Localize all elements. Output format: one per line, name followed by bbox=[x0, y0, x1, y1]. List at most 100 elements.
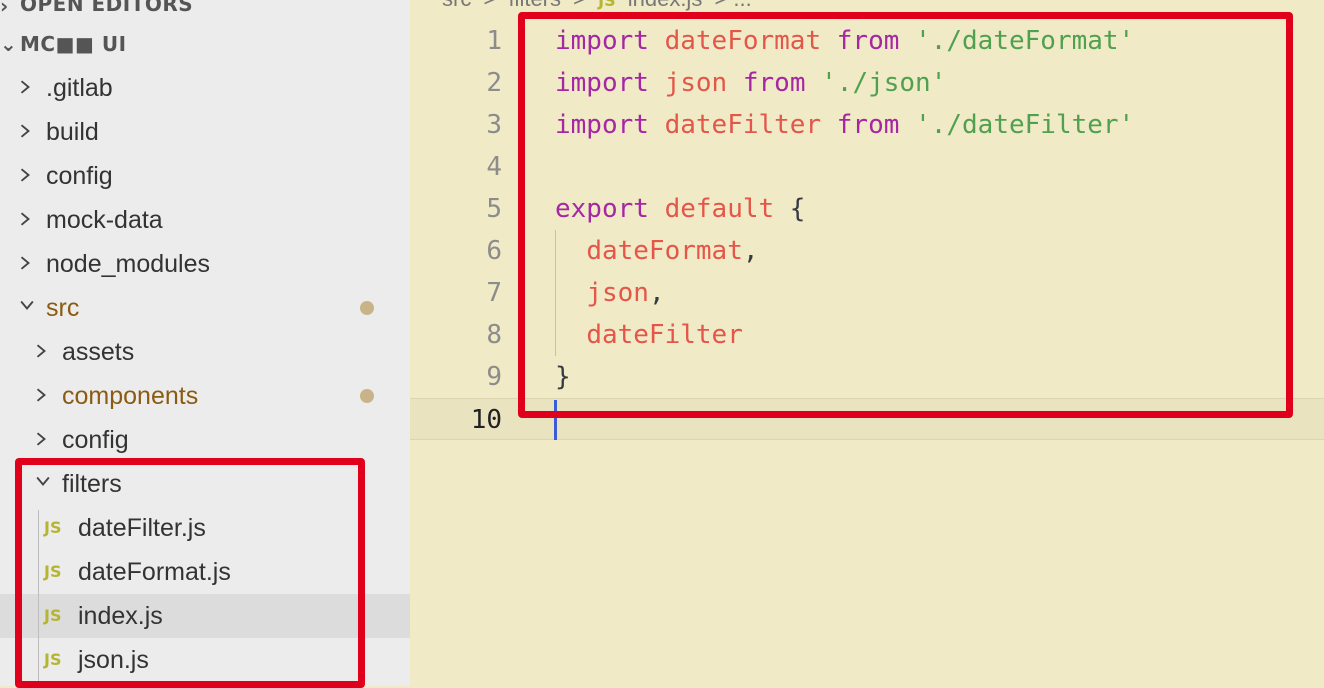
line-number: 3 bbox=[486, 110, 502, 140]
code-line[interactable]: 7 json, bbox=[410, 272, 1324, 314]
tree-item-label: components bbox=[62, 382, 199, 410]
code-line[interactable]: 1 import dateFormat from './dateFormat' bbox=[410, 20, 1324, 62]
tree-item-label: assets bbox=[62, 338, 135, 366]
code-line[interactable]: 8 dateFilter bbox=[410, 314, 1324, 356]
chevron-down-icon bbox=[34, 474, 50, 486]
breadcrumb-filters[interactable]: filters bbox=[508, 0, 561, 11]
chevron-right-icon bbox=[18, 166, 30, 182]
code-token: import bbox=[555, 68, 649, 98]
code-token: from bbox=[836, 110, 900, 140]
folder-item-components[interactable]: components bbox=[0, 374, 410, 418]
folder-item-config[interactable]: config bbox=[0, 154, 410, 198]
chevron-right-icon bbox=[34, 386, 46, 402]
chevron-down-icon bbox=[18, 298, 34, 310]
js-file-icon: JS bbox=[44, 562, 62, 581]
line-number: 1 bbox=[486, 26, 502, 56]
line-number: 4 bbox=[486, 152, 502, 182]
code-text: } bbox=[555, 356, 571, 398]
code-token: dateFilter bbox=[586, 320, 743, 350]
folder-item-src[interactable]: src bbox=[0, 286, 410, 330]
file-item-dateformat-js[interactable]: JS dateFormat.js bbox=[0, 550, 410, 594]
folder-item-assets[interactable]: assets bbox=[0, 330, 410, 374]
breadcrumb-tail[interactable]: > ... bbox=[714, 0, 751, 11]
breadcrumb-separator: > bbox=[573, 0, 586, 11]
chevron-right-icon bbox=[18, 254, 30, 270]
folder-item-node-modules[interactable]: node_modules bbox=[0, 242, 410, 286]
chevron-right-icon bbox=[18, 210, 30, 226]
line-number: 5 bbox=[486, 194, 502, 224]
tree-item-label: .gitlab bbox=[46, 74, 113, 102]
open-editors-header[interactable]: › OPEN EDITORS bbox=[0, 0, 410, 24]
code-token: './dateFormat' bbox=[915, 26, 1135, 56]
code-text: import json from './json' bbox=[555, 62, 946, 104]
code-line[interactable]: 5 export default { bbox=[410, 188, 1324, 230]
code-token: } bbox=[555, 362, 571, 392]
folder-item-config[interactable]: config bbox=[0, 418, 410, 462]
code-line[interactable]: 3 import dateFilter from './dateFilter' bbox=[410, 104, 1324, 146]
breadcrumb-file[interactable]: index.js bbox=[628, 0, 703, 11]
line-number: 8 bbox=[486, 320, 502, 350]
folder-item-build[interactable]: build bbox=[0, 110, 410, 154]
tree-item-label: build bbox=[46, 118, 99, 146]
code-token: import bbox=[555, 110, 649, 140]
code-line[interactable]: 9} bbox=[410, 356, 1324, 398]
line-number: 6 bbox=[486, 236, 502, 266]
text-cursor bbox=[554, 400, 557, 440]
tree-item-label: dateFormat.js bbox=[78, 558, 231, 586]
code-token: dateFormat bbox=[664, 26, 822, 56]
code-line[interactable]: 4 bbox=[410, 146, 1324, 188]
modified-indicator-dot bbox=[360, 389, 374, 403]
js-file-icon: JS bbox=[44, 518, 62, 537]
tree-item-label: mock-data bbox=[46, 206, 163, 234]
tree-item-label: config bbox=[46, 162, 113, 190]
line-number: 7 bbox=[486, 278, 502, 308]
code-line[interactable]: 2 import json from './json' bbox=[410, 62, 1324, 104]
folder-item-mock-data[interactable]: mock-data bbox=[0, 198, 410, 242]
code-token: default bbox=[664, 194, 775, 224]
line-number: 2 bbox=[486, 68, 502, 98]
file-item-datefilter-js[interactable]: JS dateFilter.js bbox=[0, 506, 410, 550]
file-item-json-js[interactable]: JS json.js bbox=[0, 638, 410, 682]
code-text: dateFormat, bbox=[555, 230, 758, 272]
folder-item-gitlab[interactable]: .gitlab bbox=[0, 66, 410, 110]
code-token: from bbox=[836, 26, 900, 56]
breadcrumb-src[interactable]: src bbox=[442, 0, 471, 11]
code-token: json bbox=[664, 68, 728, 98]
tree-indent-guide bbox=[38, 510, 39, 686]
tree-item-label: index.js bbox=[78, 602, 163, 630]
js-file-icon: JS bbox=[44, 650, 62, 669]
code-text: export default { bbox=[555, 188, 805, 230]
code-editor[interactable]: src > filters > JS index.js > ... 1 impor… bbox=[410, 0, 1324, 686]
code-token: dateFormat bbox=[586, 236, 743, 266]
explorer-sidebar: › OPEN EDITORS ⌄ MC■■ UI .gitlab build con… bbox=[0, 0, 410, 686]
code-token: dateFilter bbox=[664, 110, 822, 140]
project-header[interactable]: ⌄ MC■■ UI bbox=[0, 22, 410, 66]
code-token: { bbox=[774, 194, 806, 224]
code-text: import dateFilter from './dateFilter' bbox=[555, 104, 1134, 146]
code-line[interactable]: 10 bbox=[410, 398, 1324, 440]
tree-item-label: config bbox=[62, 426, 129, 454]
code-line[interactable]: 6 dateFormat, bbox=[410, 230, 1324, 272]
code-token: from bbox=[742, 68, 806, 98]
folder-item-filters[interactable]: filters bbox=[0, 462, 410, 506]
tree-item-label: filters bbox=[62, 470, 122, 498]
indent-guide bbox=[555, 230, 556, 356]
modified-indicator-dot bbox=[360, 301, 374, 315]
tree-item-label: dateFilter.js bbox=[78, 514, 206, 542]
chevron-right-icon bbox=[34, 342, 46, 358]
file-item-index-js[interactable]: JS index.js bbox=[0, 594, 410, 638]
breadcrumb-separator: > bbox=[483, 0, 496, 11]
